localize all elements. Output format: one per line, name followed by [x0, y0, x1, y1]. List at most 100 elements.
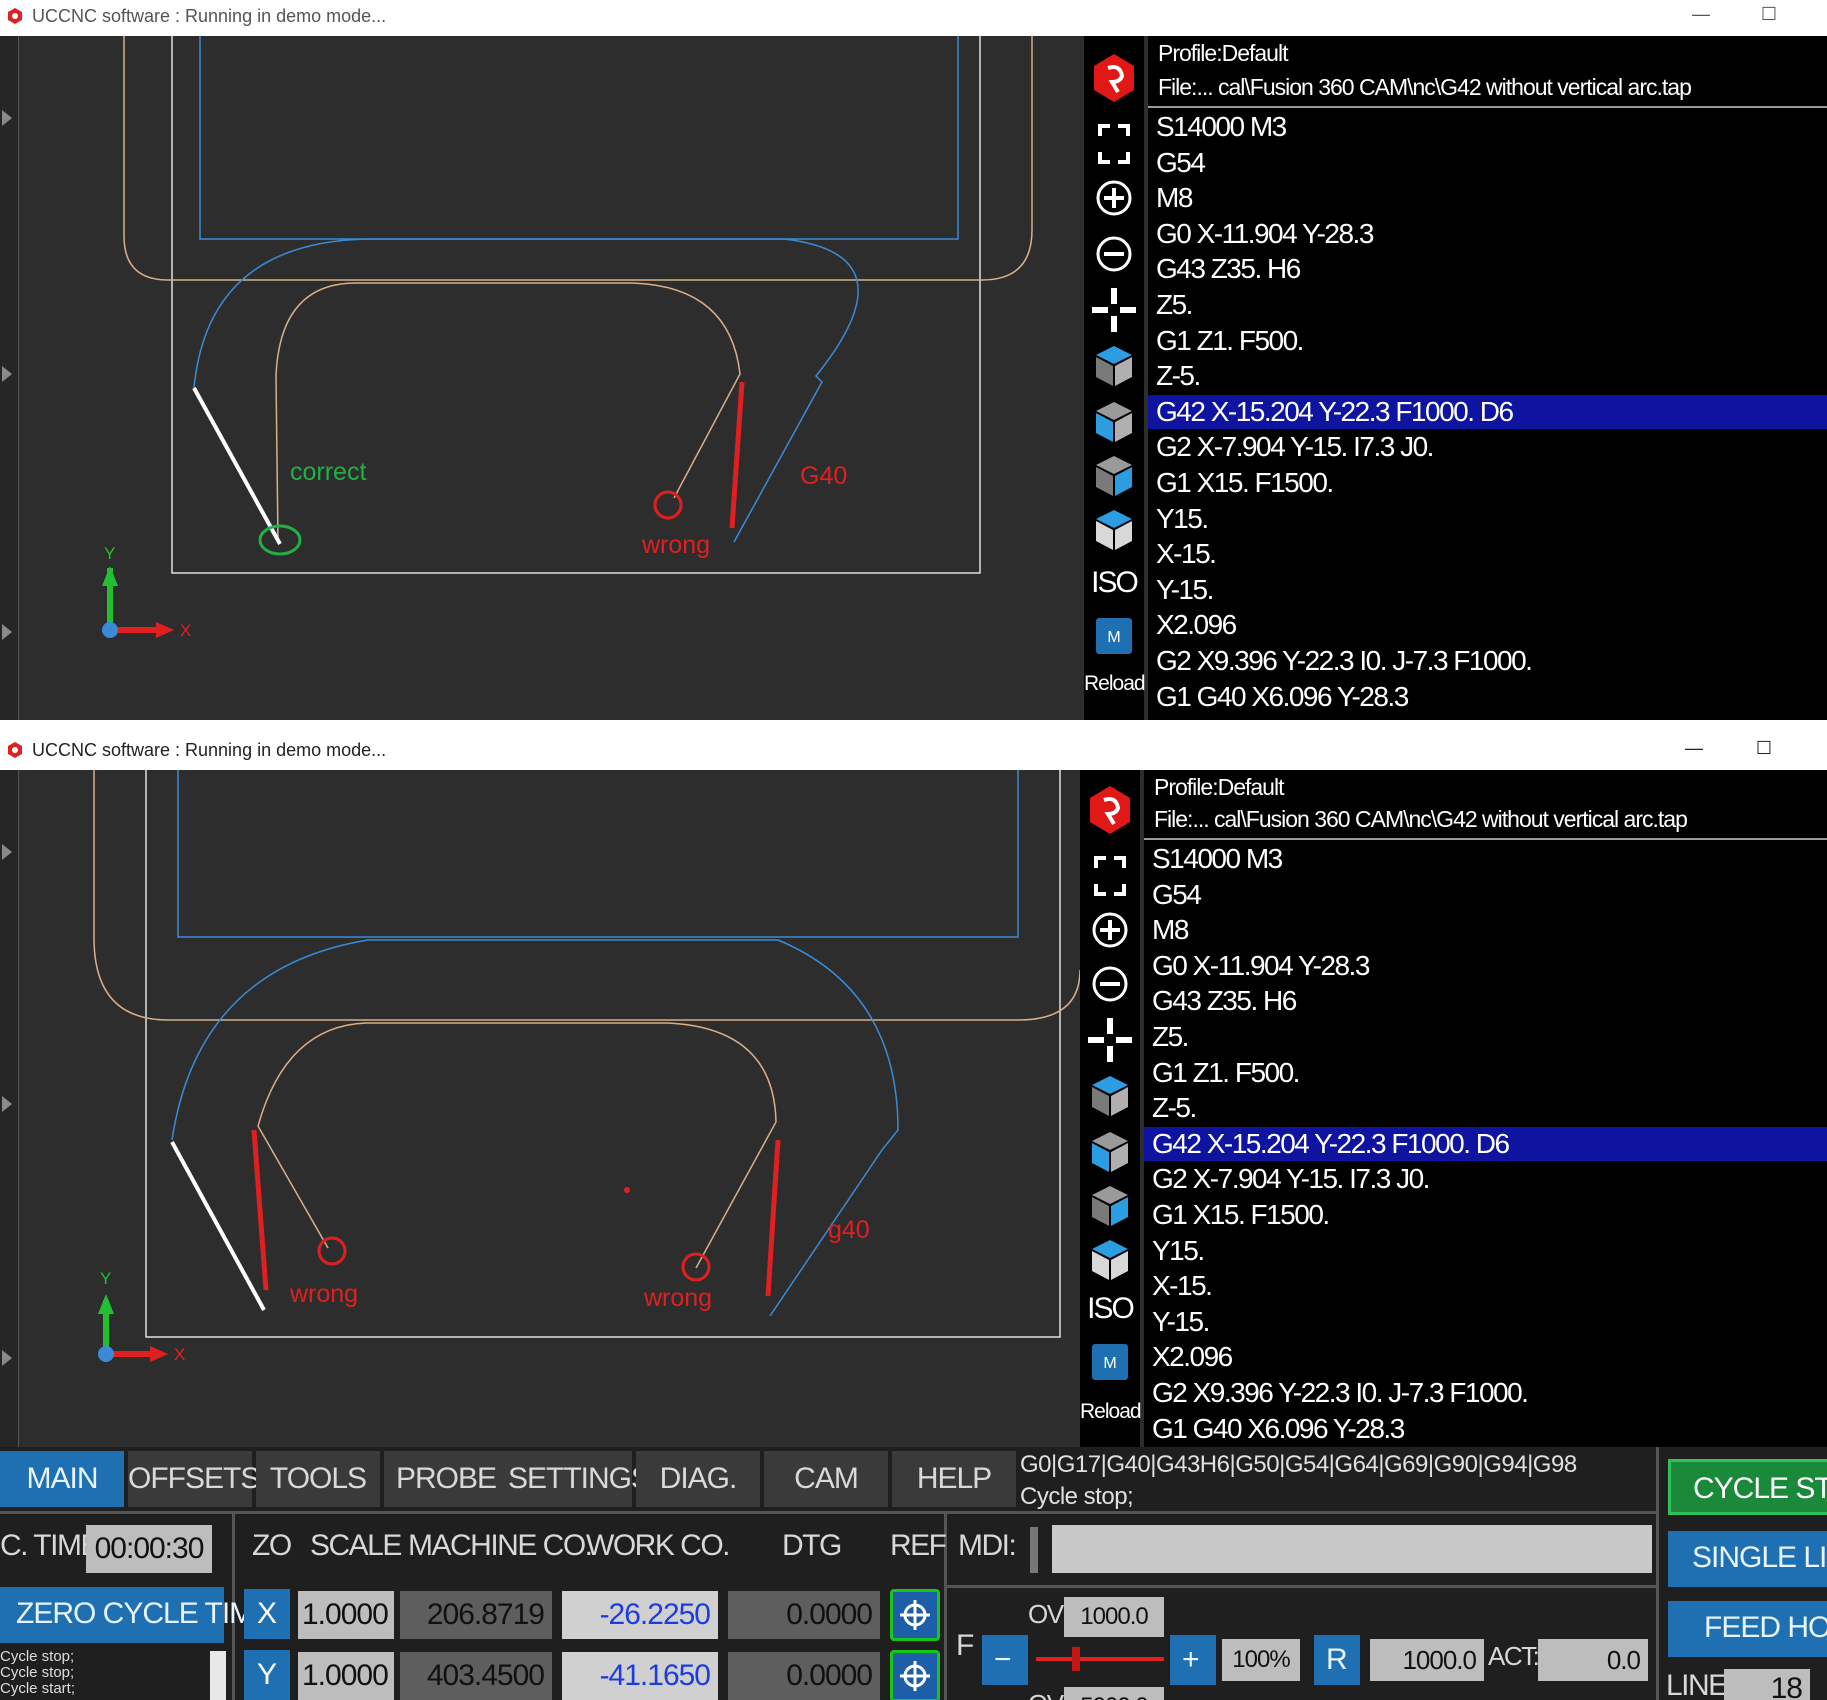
- maximize-button[interactable]: ☐: [1750, 738, 1778, 762]
- zero-y-button[interactable]: Y: [244, 1650, 290, 1700]
- gcode-line[interactable]: Y-15.: [1148, 573, 1827, 607]
- view-iso-cube-icon[interactable]: [1084, 506, 1144, 552]
- single-line-button[interactable]: SINGLE LINE: [1668, 1531, 1827, 1587]
- gcode-line[interactable]: S14000 M3: [1144, 842, 1827, 876]
- gcode-line[interactable]: X-15.: [1148, 537, 1827, 571]
- x-scale-field[interactable]: 1.0000: [298, 1591, 394, 1639]
- tab-main[interactable]: MAIN: [0, 1451, 124, 1507]
- reload-button[interactable]: Reload: [1084, 672, 1146, 696]
- tab-tools[interactable]: TOOLS: [256, 1451, 380, 1507]
- mdi-history-handle[interactable]: [1030, 1527, 1038, 1573]
- gcode-line[interactable]: Z-5.: [1144, 1091, 1827, 1125]
- zoom-out-icon[interactable]: [1080, 962, 1140, 1006]
- gcode-line[interactable]: M8: [1148, 181, 1827, 215]
- expand-arrow-icon[interactable]: [2, 366, 12, 382]
- gcode-line[interactable]: G0 X-11.904 Y-28.3: [1144, 949, 1827, 983]
- machine-view-icon[interactable]: M: [1084, 614, 1144, 660]
- iso-view-button[interactable]: ISO: [1080, 1292, 1140, 1326]
- tab-probe[interactable]: PROBE: [384, 1451, 508, 1507]
- gcode-line[interactable]: M8: [1144, 913, 1827, 947]
- gcode-line[interactable]: G0 X-11.904 Y-28.3: [1148, 217, 1827, 251]
- expand-arrow-icon[interactable]: [2, 1096, 12, 1112]
- x-work-coord[interactable]: -26.2250: [562, 1591, 718, 1639]
- zoom-out-icon[interactable]: [1084, 232, 1144, 276]
- gcode-line[interactable]: G1 X15. F1500.: [1144, 1198, 1827, 1232]
- gcode-line[interactable]: G2 X-7.904 Y-15. I7.3 J0.: [1148, 430, 1827, 464]
- gcode-line[interactable]: X2.096: [1144, 1340, 1827, 1374]
- feed-hold-button[interactable]: FEED HOLD: [1668, 1601, 1827, 1657]
- gcode-line[interactable]: G43 Z35. H6: [1144, 984, 1827, 1018]
- gcode-line[interactable]: G2 X9.396 Y-22.3 I0. J-7.3 F1000.: [1148, 644, 1827, 678]
- expand-arrow-icon[interactable]: [2, 624, 12, 640]
- view-front-cube-icon[interactable]: [1080, 1128, 1140, 1174]
- toolpath-view-bottom[interactable]: wrong wrong g40 Y X: [18, 770, 1080, 1447]
- y-work-coord[interactable]: -41.1650: [562, 1652, 718, 1700]
- gcode-line[interactable]: S14000 M3: [1148, 110, 1827, 144]
- feed-reset-button[interactable]: R: [1314, 1635, 1360, 1685]
- view-iso-cube-icon[interactable]: [1080, 1236, 1140, 1282]
- gcode-line[interactable]: G1 G40 X6.096 Y-28.3: [1148, 680, 1827, 714]
- gcode-line[interactable]: X2.096: [1148, 608, 1827, 642]
- minimize-button[interactable]: —: [1680, 738, 1708, 762]
- zoom-in-icon[interactable]: [1084, 176, 1144, 220]
- x-machine-coord[interactable]: 206.8719: [400, 1591, 552, 1639]
- y-scale-field[interactable]: 1.0000: [298, 1652, 394, 1700]
- expand-arrow-icon[interactable]: [2, 844, 12, 860]
- reload-button[interactable]: Reload: [1080, 1400, 1142, 1424]
- expand-arrow-icon[interactable]: [2, 1350, 12, 1366]
- fullscreen-icon[interactable]: [1080, 854, 1140, 898]
- gcode-line[interactable]: G1 G40 X6.096 Y-28.3: [1144, 1412, 1827, 1446]
- tab-settings[interactable]: SETTINGS: [508, 1451, 651, 1507]
- gcode-line[interactable]: Z-5.: [1148, 359, 1827, 393]
- log-scrollbar[interactable]: [210, 1651, 226, 1700]
- view-front-cube-icon[interactable]: [1084, 398, 1144, 444]
- gcode-line-current[interactable]: G42 X-15.204 Y-22.3 F1000. D6: [1148, 394, 1827, 429]
- gcode-line[interactable]: G2 X9.396 Y-22.3 I0. J-7.3 F1000.: [1144, 1376, 1827, 1410]
- view-side-cube-icon[interactable]: [1084, 452, 1144, 498]
- cycle-start-button[interactable]: CYCLE START: [1668, 1459, 1827, 1515]
- tab-cam[interactable]: CAM: [764, 1451, 888, 1507]
- mdi-input[interactable]: [1052, 1525, 1652, 1573]
- gcode-line[interactable]: G54: [1148, 146, 1827, 180]
- message-log[interactable]: Cycle stop; Cycle stop; Cycle start;: [0, 1649, 210, 1700]
- feed-increase-button[interactable]: +: [1170, 1635, 1216, 1685]
- tab-offsets[interactable]: OFFSETS: [128, 1451, 260, 1507]
- minimize-button[interactable]: —: [1687, 4, 1715, 28]
- feed-decrease-button[interactable]: −: [982, 1635, 1028, 1685]
- x-home-button[interactable]: [890, 1589, 940, 1641]
- machine-view-icon[interactable]: M: [1080, 1340, 1140, 1386]
- line-number-value[interactable]: 18: [1724, 1669, 1810, 1700]
- iso-view-button[interactable]: ISO: [1084, 566, 1144, 600]
- gcode-line[interactable]: Y-15.: [1144, 1305, 1827, 1339]
- gcode-line[interactable]: Y15.: [1148, 502, 1827, 536]
- zero-x-button[interactable]: X: [244, 1589, 290, 1639]
- gcode-line[interactable]: Z5.: [1144, 1020, 1827, 1054]
- gcode-line[interactable]: G2 X-7.904 Y-15. I7.3 J0.: [1144, 1162, 1827, 1196]
- zoom-in-icon[interactable]: [1080, 908, 1140, 952]
- zero-cycle-time-button[interactable]: ZERO CYCLE TIME: [0, 1587, 273, 1643]
- gcode-line[interactable]: G54: [1144, 878, 1827, 912]
- gcode-line-current[interactable]: G42 X-15.204 Y-22.3 F1000. D6: [1144, 1126, 1827, 1161]
- gcode-line[interactable]: G1 Z1. F500.: [1144, 1056, 1827, 1090]
- tab-diag[interactable]: DIAG.: [636, 1451, 760, 1507]
- toolpath-view-top[interactable]: correct G40 wrong Y X: [18, 36, 1084, 720]
- gcode-line[interactable]: X-15.: [1144, 1269, 1827, 1303]
- expand-arrow-icon[interactable]: [2, 110, 12, 126]
- gcode-line[interactable]: Z5.: [1148, 288, 1827, 322]
- tab-help[interactable]: HELP: [892, 1451, 1016, 1507]
- fullscreen-icon[interactable]: [1084, 122, 1144, 166]
- gcode-line[interactable]: G43 Z35. H6: [1148, 252, 1827, 286]
- y-machine-coord[interactable]: 403.4500: [400, 1652, 552, 1700]
- view-side-cube-icon[interactable]: [1080, 1182, 1140, 1228]
- pan-icon[interactable]: [1084, 286, 1144, 334]
- maximize-button[interactable]: ☐: [1755, 4, 1783, 28]
- gcode-line[interactable]: G1 X15. F1500.: [1148, 466, 1827, 500]
- feed-slider-handle[interactable]: [1072, 1647, 1080, 1671]
- gcode-line[interactable]: G1 Z1. F500.: [1148, 324, 1827, 358]
- y-home-button[interactable]: [890, 1650, 940, 1700]
- gcode-line[interactable]: Y15.: [1144, 1234, 1827, 1268]
- view-top-cube-icon[interactable]: [1080, 1072, 1140, 1118]
- pan-icon[interactable]: [1080, 1016, 1140, 1064]
- view-top-cube-icon[interactable]: [1084, 342, 1144, 388]
- feed-slider-track[interactable]: [1036, 1657, 1164, 1661]
